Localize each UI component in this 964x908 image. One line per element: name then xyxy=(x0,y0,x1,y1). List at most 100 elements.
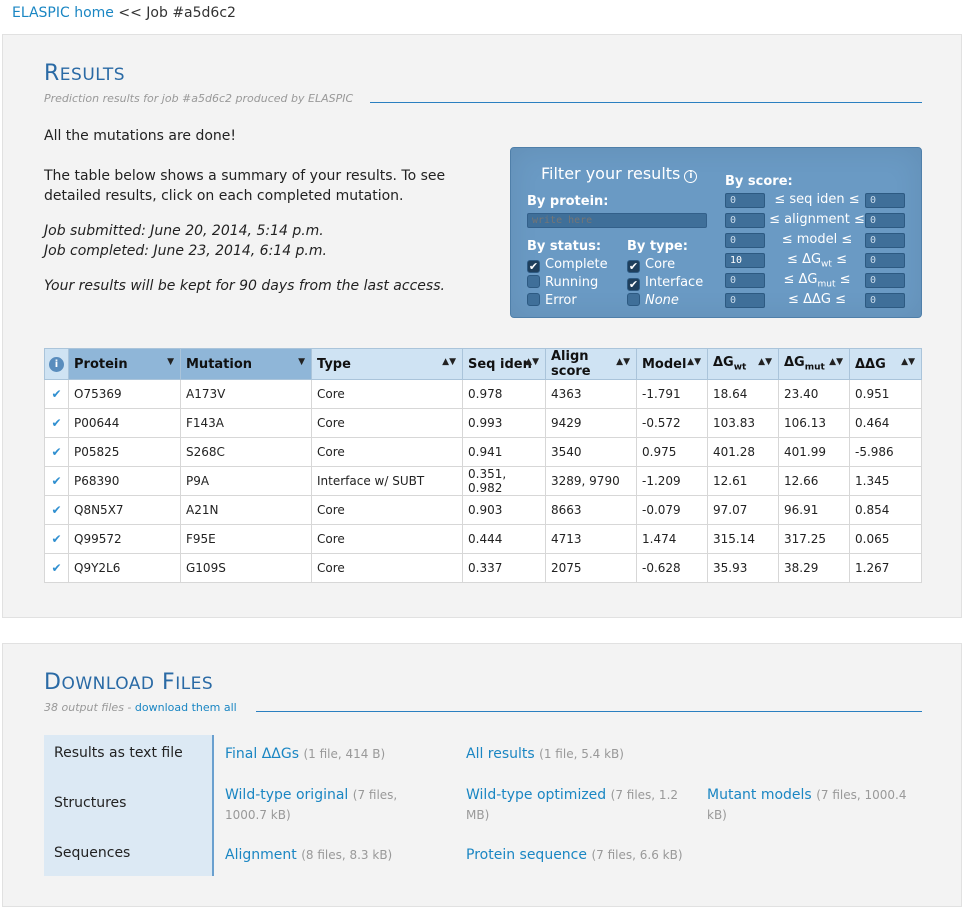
status-running-checkbox[interactable] xyxy=(527,275,540,288)
header-seq-iden[interactable]: Seq iden ▲▼ xyxy=(462,348,546,380)
dg-mut-label: ≤ ΔGmut ≤ xyxy=(769,272,865,290)
seq-iden-text: seq iden xyxy=(789,192,845,207)
header-dg-wt-label: ΔG xyxy=(713,355,734,371)
filter-info-icon[interactable]: i xyxy=(684,170,698,183)
table-row[interactable]: ✔ Q9Y2L6 G109S Core 0.337 2075 -0.628 35.93 38.2… xyxy=(44,553,922,583)
cell-model: -1.209 xyxy=(636,466,708,496)
type-none-checkbox[interactable] xyxy=(627,293,640,306)
alignment-min-input[interactable]: 0 xyxy=(725,213,765,228)
cell-align-score: 4713 xyxy=(545,524,637,554)
cell-align-score: 3540 xyxy=(545,437,637,467)
model-min-input[interactable]: 0 xyxy=(725,233,765,248)
alignment-link[interactable]: Alignment xyxy=(225,847,297,863)
header-type[interactable]: Type ▲▼ xyxy=(311,348,463,380)
model-label: ≤ model ≤ xyxy=(769,232,865,247)
cell-dg-wt: 35.93 xyxy=(707,553,779,583)
download-row-labels: Results as text file Structures Sequence… xyxy=(44,735,214,876)
by-score-label: By score: xyxy=(725,174,793,189)
file-protein-sequence: Protein sequence (7 files, 6.6 kB) xyxy=(466,845,696,865)
type-interface-checkbox[interactable]: ✔ xyxy=(627,278,640,291)
le-symbol: ≤ xyxy=(769,212,781,227)
type-core[interactable]: ✔ Core xyxy=(627,257,675,273)
header-mutation[interactable]: Mutation ▼ xyxy=(180,348,312,380)
alignment-meta: (8 files, 8.3 kB) xyxy=(301,848,393,862)
header-ddg[interactable]: ΔΔG ▲▼ xyxy=(849,348,922,380)
header-model[interactable]: Model ▲▼ xyxy=(636,348,708,380)
dg-mut-min-input[interactable]: 0 xyxy=(725,273,765,288)
label-sequences: Sequences xyxy=(54,845,131,861)
cell-mutation: S268C xyxy=(180,437,312,467)
le-symbol: ≤ xyxy=(853,212,865,227)
type-core-checkbox[interactable]: ✔ xyxy=(627,260,640,273)
cell-seq-iden: 0.993 xyxy=(462,408,546,438)
cell-dg-mut: 401.99 xyxy=(778,437,850,467)
type-interface[interactable]: ✔ Interface xyxy=(627,275,703,291)
complete-check-icon: ✔ xyxy=(44,466,69,496)
header-dg-mut[interactable]: ΔGmut ▲▼ xyxy=(778,348,850,380)
cell-align-score: 2075 xyxy=(545,553,637,583)
cell-seq-iden: 0.941 xyxy=(462,437,546,467)
status-running[interactable]: Running xyxy=(527,275,598,290)
filter-panel: Filter your resultsi By protein: By stat… xyxy=(510,147,922,318)
dg-wt-max-input[interactable]: 0 xyxy=(865,253,905,268)
wildtype-original-link[interactable]: Wild-type original xyxy=(225,787,348,803)
protein-filter-input[interactable] xyxy=(527,213,707,228)
download-all-link[interactable]: download them all xyxy=(135,701,237,714)
cell-model: -1.791 xyxy=(636,379,708,409)
cell-model: 0.975 xyxy=(636,437,708,467)
cell-mutation: F95E xyxy=(180,524,312,554)
seq-iden-label: ≤ seq iden ≤ xyxy=(769,192,865,207)
file-wildtype-original: Wild-type original (7 files, 1000.7 kB) xyxy=(225,785,440,825)
ddg-text: ΔΔG xyxy=(803,292,831,307)
alignment-text: alignment xyxy=(784,212,850,227)
table-row[interactable]: ✔ Q8N5X7 A21N Core 0.903 8663 -0.079 97.07 96.91… xyxy=(44,495,922,525)
table-row[interactable]: ✔ P05825 S268C Core 0.941 3540 0.975 401.28 401.… xyxy=(44,437,922,467)
cell-ddg: 0.951 xyxy=(849,379,922,409)
le-symbol: ≤ xyxy=(783,272,795,287)
elaspic-home-link[interactable]: ELASPIC home xyxy=(12,5,114,21)
status-error[interactable]: Error xyxy=(527,293,577,308)
ddg-min-input[interactable]: 0 xyxy=(725,293,765,308)
protein-sequence-link[interactable]: Protein sequence xyxy=(466,847,587,863)
header-ddg-label: ΔΔG xyxy=(855,356,886,372)
status-complete[interactable]: ✔ Complete xyxy=(527,257,608,273)
status-complete-checkbox[interactable]: ✔ xyxy=(527,260,540,273)
dg-wt-min-input[interactable]: 10 xyxy=(725,253,765,268)
all-results-link[interactable]: All results xyxy=(466,746,535,762)
wildtype-optimized-link[interactable]: Wild-type optimized xyxy=(466,787,606,803)
model-max-input[interactable]: 0 xyxy=(865,233,905,248)
info-icon[interactable]: i xyxy=(49,357,64,372)
info-column-header[interactable]: i xyxy=(44,348,69,380)
score-row-dg-wt: 10 ≤ ΔGwt ≤ 0 xyxy=(725,252,909,270)
seq-iden-min-input[interactable]: 0 xyxy=(725,193,765,208)
ddg-max-input[interactable]: 0 xyxy=(865,293,905,308)
final-ddgs-link[interactable]: Final ΔΔGs xyxy=(225,746,299,762)
score-row-dg-mut: 0 ≤ ΔGmut ≤ 0 xyxy=(725,272,909,290)
complete-check-icon: ✔ xyxy=(44,524,69,554)
cell-type: Core xyxy=(311,408,463,438)
status-error-checkbox[interactable] xyxy=(527,293,540,306)
header-align-score[interactable]: Align score ▲▼ xyxy=(545,348,637,380)
cell-model: -0.079 xyxy=(636,495,708,525)
header-protein[interactable]: Protein ▼ xyxy=(68,348,181,380)
header-dg-wt[interactable]: ΔGwt ▲▼ xyxy=(707,348,779,380)
download-panel: Download Files 38 output files - downloa… xyxy=(2,643,962,907)
table-row[interactable]: ✔ P68390 P9A Interface w/ SUBT 0.351, 0.982 3… xyxy=(44,466,922,496)
mutant-models-link[interactable]: Mutant models xyxy=(707,787,812,803)
table-row[interactable]: ✔ O75369 A173V Core 0.978 4363 -1.791 18.64 23.4… xyxy=(44,379,922,409)
cell-mutation: A173V xyxy=(180,379,312,409)
dg-wt-text: ΔG xyxy=(802,252,822,267)
seq-iden-max-input[interactable]: 0 xyxy=(865,193,905,208)
table-row[interactable]: ✔ P00644 F143A Core 0.993 9429 -0.572 103.83 106… xyxy=(44,408,922,438)
breadcrumb: ELASPIC home << Job #a5d6c2 xyxy=(12,5,236,21)
all-results-meta: (1 file, 5.4 kB) xyxy=(539,747,624,761)
dg-mut-max-input[interactable]: 0 xyxy=(865,273,905,288)
cell-dg-mut: 96.91 xyxy=(778,495,850,525)
cell-protein: P05825 xyxy=(68,437,181,467)
breadcrumb-job: Job #a5d6c2 xyxy=(146,5,236,21)
table-row[interactable]: ✔ Q99572 F95E Core 0.444 4713 1.474 315.14 317.2… xyxy=(44,524,922,554)
alignment-max-input[interactable]: 0 xyxy=(865,213,905,228)
type-none[interactable]: None xyxy=(627,293,679,308)
by-protein-label: By protein: xyxy=(527,194,609,209)
cell-seq-iden: 0.444 xyxy=(462,524,546,554)
